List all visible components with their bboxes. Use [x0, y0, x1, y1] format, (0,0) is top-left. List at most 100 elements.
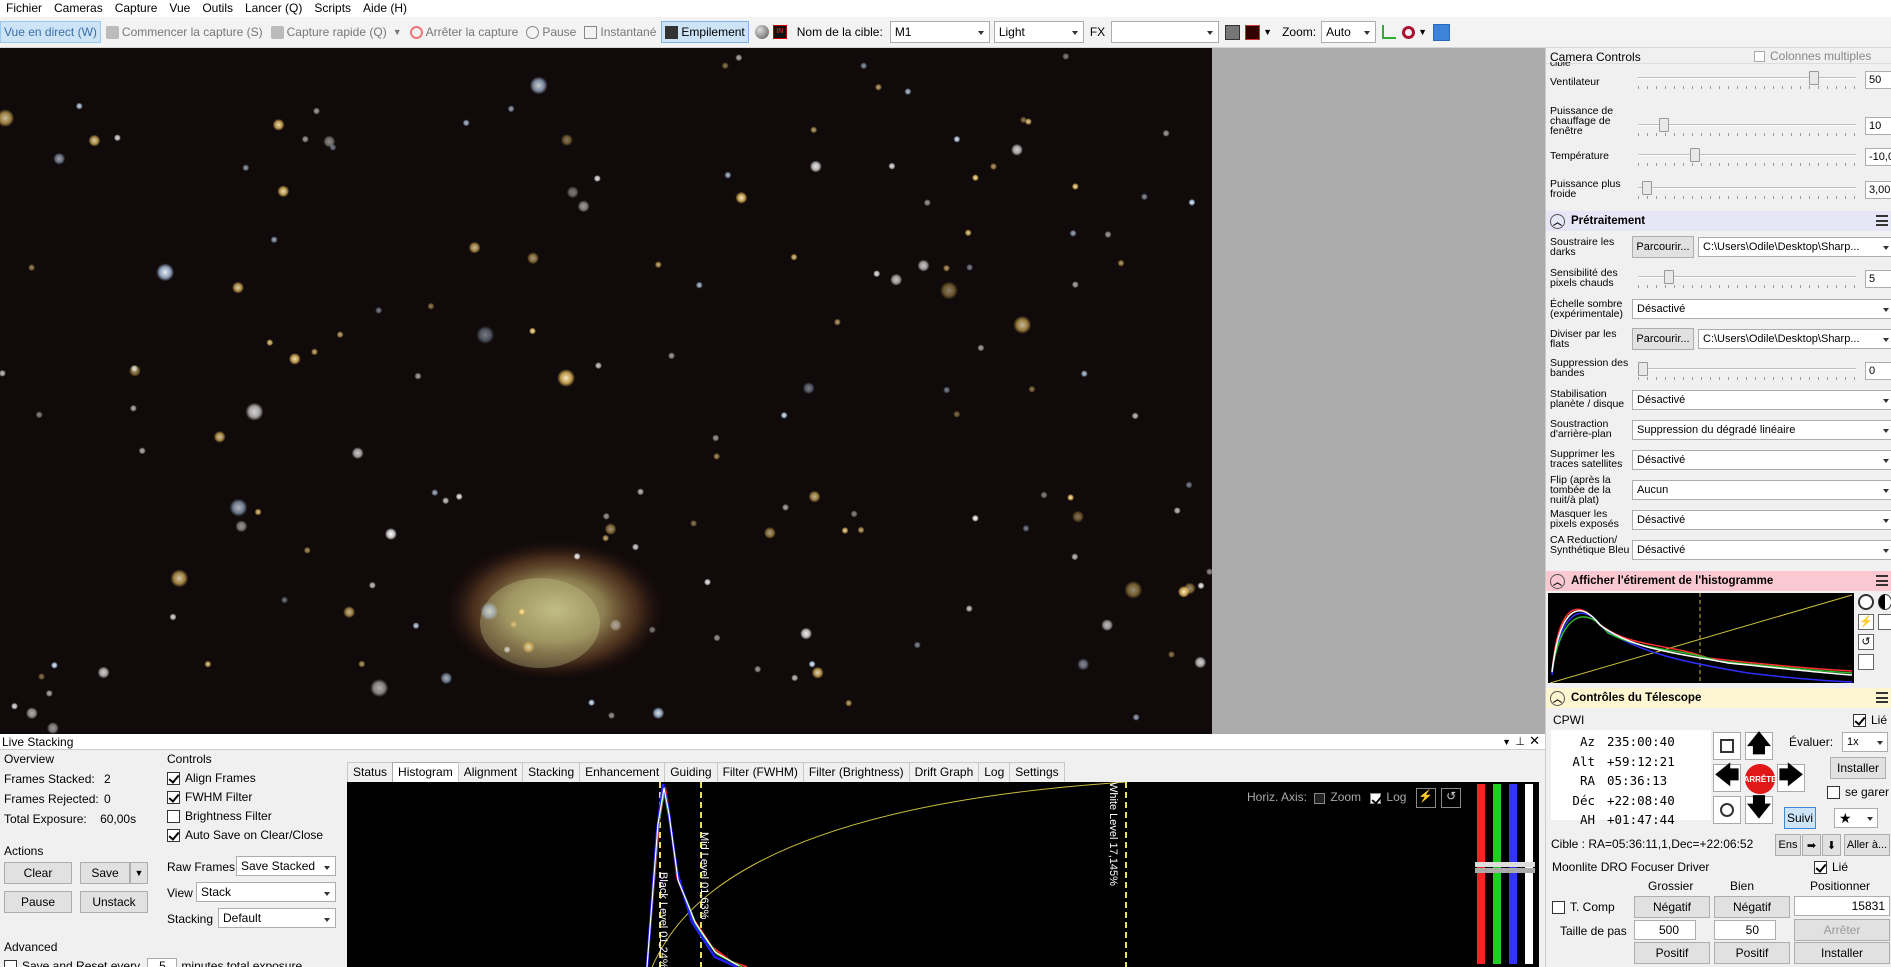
telescope-install-button[interactable]: Installer [1830, 757, 1886, 779]
raw-frames-select[interactable]: Save Stacked [236, 856, 336, 876]
tab-enhancement[interactable]: Enhancement [579, 762, 666, 782]
sphere-icon[interactable] [754, 25, 769, 39]
zoom-lens-icon[interactable] [1402, 25, 1416, 39]
save-button[interactable]: Save [80, 862, 130, 884]
menu-vue[interactable]: Vue [163, 0, 196, 17]
histogram-stretch-graph[interactable] [1548, 593, 1854, 684]
collapse-icon[interactable]: ︿ [1550, 213, 1565, 229]
tab-log[interactable]: Log [978, 762, 1011, 782]
green-level-slider[interactable] [1493, 784, 1501, 964]
tab-settings[interactable]: Settings [1009, 762, 1065, 782]
grid-overlay-icon[interactable] [1245, 24, 1261, 40]
menu-fichier[interactable]: Fichier [0, 0, 48, 17]
preprocessing-header[interactable]: ︿ Prétraitement [1546, 211, 1891, 231]
stabilization-select[interactable]: Désactivé [1632, 390, 1891, 410]
collapse-icon[interactable]: ︿ [1550, 690, 1565, 706]
histogram-stretch-header[interactable]: ︿ Afficher l'étirement de l'histogramme [1546, 571, 1891, 591]
fan-slider[interactable] [1638, 71, 1856, 89]
quick-capture-button[interactable]: Capture rapide (Q) ▼ [268, 21, 405, 43]
heater-slider[interactable] [1638, 118, 1856, 136]
horiz-zoom-checkbox[interactable] [1314, 792, 1326, 804]
coarse-step-input[interactable]: 500 [1634, 920, 1696, 940]
focuser-position-input[interactable]: 15831 [1794, 896, 1890, 916]
banding-slider[interactable] [1638, 362, 1856, 380]
park-checkbox[interactable]: se garer [1827, 785, 1889, 800]
temperature-slider[interactable] [1638, 148, 1856, 166]
blue-level-slider[interactable] [1509, 784, 1517, 964]
tab-alignment[interactable]: Alignment [457, 762, 524, 782]
info-icon[interactable] [1858, 594, 1874, 610]
stacking-mode-select[interactable]: Default [218, 908, 336, 928]
tab-filter-brightness[interactable]: Filter (Brightness) [802, 762, 910, 782]
arrow-left-icon[interactable]: 🡄 [1713, 762, 1741, 792]
arrow-right-icon[interactable]: 🡆 [1777, 762, 1805, 792]
save-icon[interactable] [1858, 654, 1874, 670]
record-icon[interactable]: IN [772, 25, 787, 39]
save-reset-checkbox[interactable] [4, 960, 17, 967]
flats-path-select[interactable]: C:\Users\Odile\Desktop\Sharp... [1698, 329, 1891, 349]
reset-icon[interactable]: ↺ [1858, 634, 1874, 650]
cooler-power-slider[interactable] [1638, 181, 1856, 199]
tracking-button[interactable]: Suivi [1784, 807, 1816, 829]
menu-aide[interactable]: Aide (H) [357, 0, 413, 17]
satellite-select[interactable]: Désactivé [1632, 450, 1891, 470]
dark-scale-select[interactable]: Désactivé [1632, 299, 1891, 319]
pin-icon[interactable]: ⊥ [1515, 734, 1525, 750]
autosave-checkbox[interactable]: Auto Save on Clear/Close [167, 828, 323, 843]
fwhm-filter-checkbox[interactable]: FWHM Filter [167, 790, 252, 805]
mask-select[interactable]: Désactivé [1632, 510, 1891, 530]
focuser-linked-checkbox[interactable]: Lié [1814, 860, 1848, 875]
tab-drift-graph[interactable]: Drift Graph [908, 762, 980, 782]
pause-button[interactable]: Pause [523, 21, 579, 43]
snapshot-button[interactable]: Instantané [581, 21, 659, 43]
menu-scripts[interactable]: Scripts [308, 0, 357, 17]
sky-image[interactable] [0, 48, 1212, 734]
lightning-icon[interactable]: ⚡ [1415, 788, 1436, 808]
temperature-value[interactable]: -10,0 [1865, 148, 1891, 166]
live-view-button[interactable]: Vue en direct (W) [0, 21, 101, 43]
lightning-icon[interactable]: ⚡ [1858, 614, 1874, 630]
focuser-stop-button[interactable]: Arrêter [1794, 919, 1890, 941]
coarse-negative-button[interactable]: Négatif [1634, 896, 1710, 918]
save-options-chevron-icon[interactable]: ▼ [130, 862, 148, 884]
contrast-icon[interactable] [1878, 594, 1891, 610]
chevron-down-icon[interactable]: ▼ [393, 27, 402, 37]
fine-positive-button[interactable]: Positif [1714, 942, 1790, 964]
zoom-select[interactable]: Auto [1321, 21, 1377, 43]
stop-capture-button[interactable]: Arrêter la capture [407, 21, 522, 43]
arrow-down-icon[interactable]: 🡇 [1745, 794, 1773, 824]
multi-columns-checkbox[interactable]: Colonnes multiples [1754, 49, 1871, 63]
lum-level-slider[interactable] [1525, 784, 1533, 964]
heater-value[interactable]: 10 [1865, 117, 1891, 135]
menu-outils[interactable]: Outils [196, 0, 239, 17]
close-icon[interactable]: ✕ [1529, 733, 1540, 749]
horiz-log-checkbox[interactable] [1370, 792, 1382, 804]
tcomp-checkbox[interactable]: T. Comp [1552, 900, 1615, 915]
telescope-linked-checkbox[interactable]: Lié [1853, 713, 1887, 728]
arrow-down-icon[interactable]: ⬇ [1822, 834, 1841, 856]
menu-capture[interactable]: Capture [109, 0, 164, 17]
set-button[interactable]: Ens [1775, 834, 1801, 856]
stack-histogram[interactable]: Black Level 01,24% Mid Level 01,63% Whit… [347, 782, 1539, 967]
target-name-select[interactable]: M1 [889, 21, 990, 43]
target-icon[interactable] [1713, 796, 1741, 824]
telescope-header[interactable]: ︿ Contrôles du Télescope [1546, 688, 1891, 708]
unstack-button[interactable]: Unstack [80, 891, 148, 913]
home-icon[interactable] [1713, 732, 1741, 760]
menu-lancer[interactable]: Lancer (Q) [239, 0, 308, 17]
chevron-down-icon[interactable]: ▼ [1502, 734, 1511, 750]
tab-stacking[interactable]: Stacking [522, 762, 581, 782]
clear-button[interactable]: Clear [4, 862, 72, 884]
eval-select[interactable]: 1x [1842, 732, 1888, 752]
fine-step-input[interactable]: 50 [1714, 920, 1776, 940]
chevron-down-icon[interactable]: ▼ [1418, 27, 1427, 37]
fx-select[interactable] [1111, 21, 1220, 43]
reset-icon[interactable]: ↺ [1441, 788, 1462, 808]
background-select[interactable]: Suppression du dégradé linéaire [1632, 420, 1891, 440]
lock-icon[interactable] [1878, 614, 1891, 630]
hot-pixel-slider[interactable] [1638, 270, 1856, 288]
hamburger-menu-icon[interactable] [1876, 215, 1888, 226]
brightness-filter-checkbox[interactable]: Brightness Filter [167, 809, 272, 824]
flats-browse-button[interactable]: Parcourir... [1632, 328, 1694, 350]
coarse-positive-button[interactable]: Positif [1634, 942, 1710, 964]
